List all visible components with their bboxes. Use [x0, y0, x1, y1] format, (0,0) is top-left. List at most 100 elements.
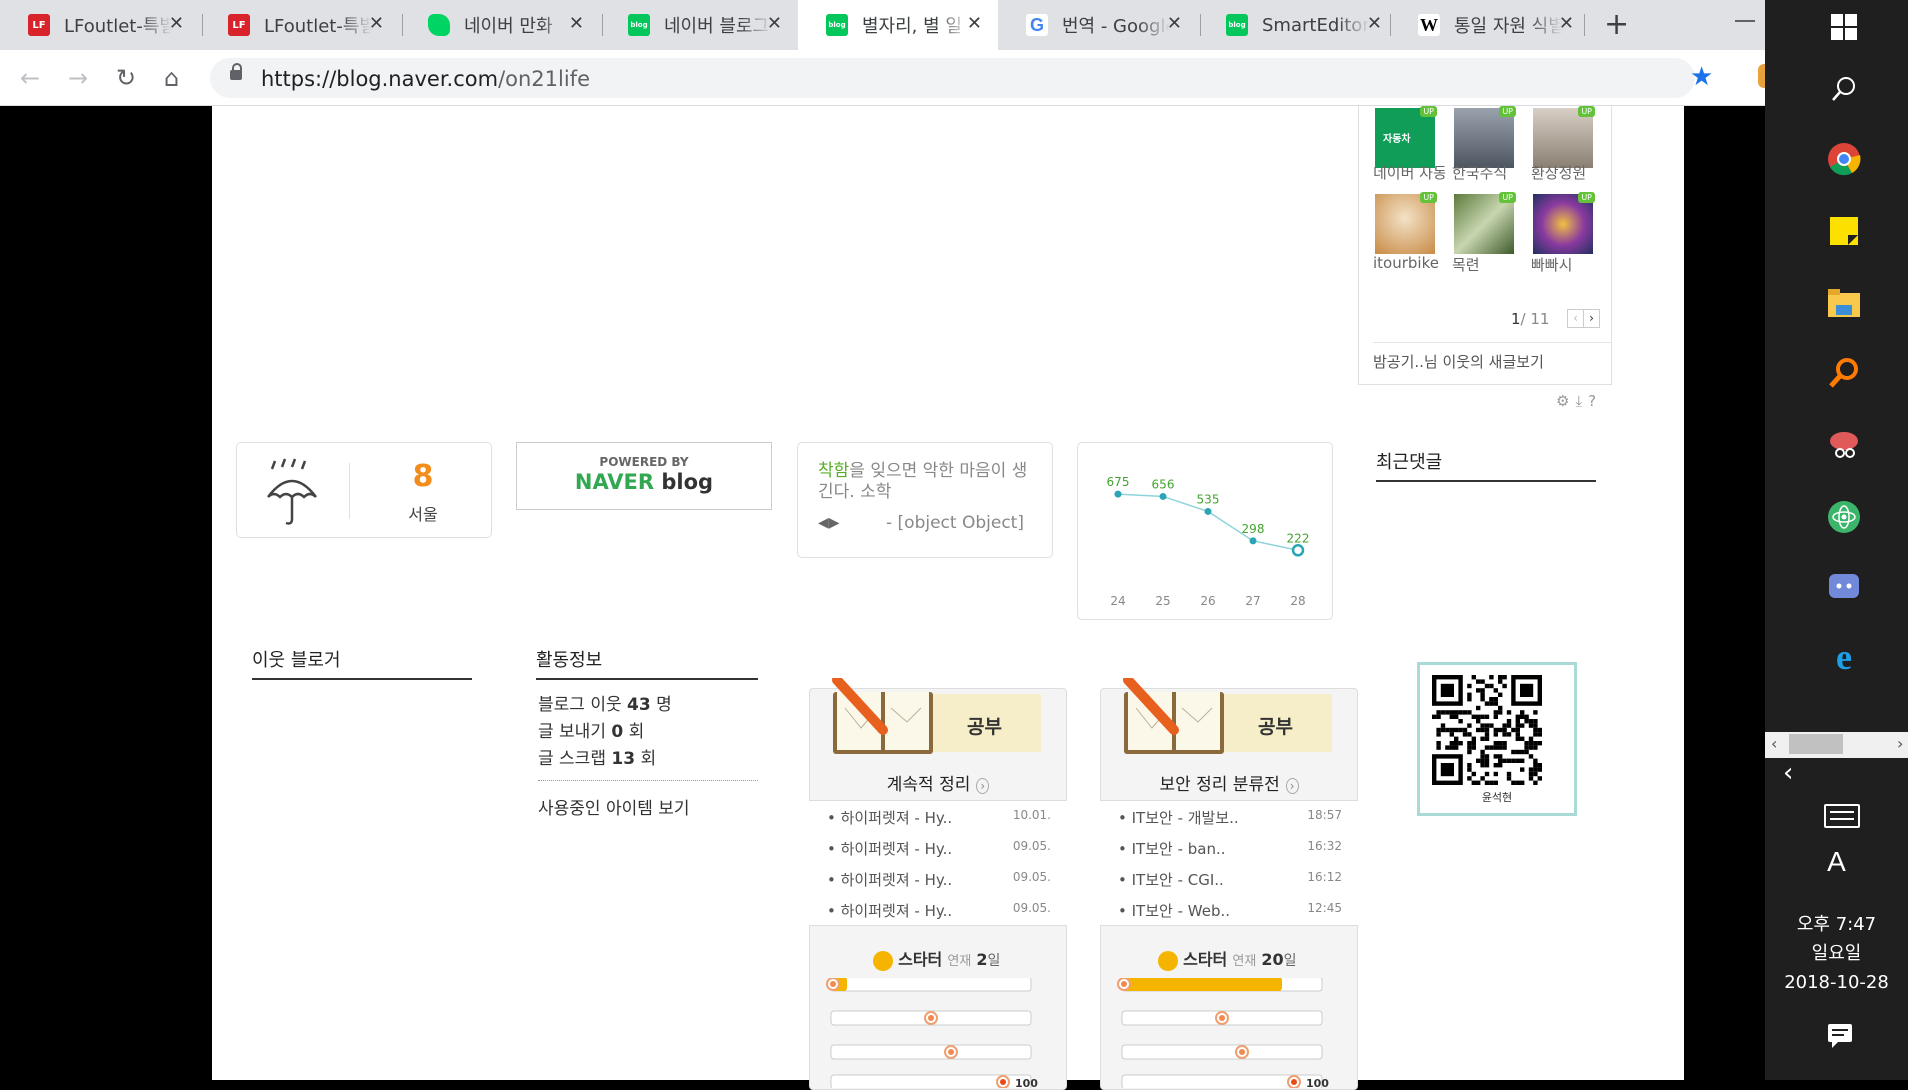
sticky-notes-icon[interactable]: [1827, 214, 1861, 248]
forward-icon[interactable]: →: [68, 64, 88, 92]
blog-wordmark: blog: [654, 470, 714, 494]
horizontal-scrollbar[interactable]: ‹ ›: [1765, 732, 1908, 758]
visitor-point[interactable]: [1204, 507, 1212, 515]
help-icon[interactable]: ?: [1588, 392, 1602, 410]
pager-total: / 11: [1520, 310, 1550, 328]
visitor-point[interactable]: [1291, 544, 1305, 557]
search-icon[interactable]: [1827, 72, 1861, 106]
notification-center-icon[interactable]: [1828, 1024, 1852, 1048]
naver-blog-icon: blog: [628, 14, 650, 36]
neighbor-avatar[interactable]: 자동차 UP: [1375, 106, 1437, 168]
minimize-button[interactable]: [1735, 20, 1755, 22]
visitor-point[interactable]: [1159, 492, 1167, 500]
gear-icon[interactable]: ⚙: [1556, 392, 1575, 410]
milestone-dot: [1219, 1015, 1225, 1021]
qr-code-widget[interactable]: 윤석현: [1417, 662, 1577, 816]
bookmark-star-icon[interactable]: ★: [1690, 62, 1713, 92]
new-posts-link[interactable]: 밤공기..님 이웃의 새글보기: [1373, 351, 1544, 372]
powered-by-naver-blog-badge[interactable]: POWERED BY NAVER blog: [516, 442, 772, 510]
scroll-left-arrow[interactable]: ‹: [1771, 734, 1777, 754]
list-item[interactable]: • IT보안 - 개발보.. 18:57: [1118, 807, 1342, 828]
neighbor-name[interactable]: 목련: [1452, 254, 1524, 275]
neighbor-name[interactable]: itourbike: [1373, 254, 1445, 272]
neighbor-name[interactable]: 환상정원: [1531, 162, 1603, 183]
stat-label: 글 보내기: [538, 722, 612, 742]
neighbor-name[interactable]: 한국주식: [1452, 162, 1524, 183]
neighbor-avatar[interactable]: UP: [1375, 192, 1437, 254]
list-item[interactable]: • IT보안 - ban.. 16:32: [1118, 838, 1342, 859]
tab-8[interactable]: W 통일 자원 식별 ✕: [1390, 0, 1590, 50]
close-icon[interactable]: ✕: [1559, 14, 1574, 34]
series-title-row[interactable]: 계속적 정리 ›: [809, 770, 1067, 795]
close-icon[interactable]: ✕: [767, 14, 782, 34]
visitor-date-label: 26: [1200, 594, 1215, 608]
blog-page: 자동차 UP UP UP 네이버 자동차 한국주식 환상정원 UP UP UP …: [212, 106, 1684, 1090]
items-link[interactable]: 사용중인 아이템 보기: [538, 794, 690, 819]
chevron-left-icon[interactable]: ‹: [1783, 758, 1793, 788]
touch-keyboard-icon[interactable]: [1824, 804, 1860, 828]
neighbor-avatar[interactable]: UP: [1533, 192, 1595, 254]
activity-neighbors: 블로그 이웃 43 명: [538, 692, 672, 719]
tab-5-active[interactable]: blog 별자리, 별 일 ✕: [798, 0, 998, 50]
close-icon[interactable]: ✕: [169, 14, 184, 34]
quote-nav-arrows[interactable]: ◀▶: [818, 515, 840, 531]
qr-caption: 윤석현: [1481, 791, 1513, 804]
list-item[interactable]: • 하이퍼렛져 - Hy.. 10.01.: [827, 807, 1051, 828]
lock-icon[interactable]: [230, 63, 242, 80]
visitor-point[interactable]: [1114, 490, 1122, 498]
post-date: 16:12: [1307, 870, 1342, 884]
google-icon: G: [1026, 14, 1048, 36]
list-item[interactable]: • 하이퍼렛져 - Hy.. 09.05.: [827, 838, 1051, 859]
stat-value: 43: [627, 695, 651, 715]
close-icon[interactable]: ✕: [569, 14, 584, 34]
close-icon[interactable]: ✕: [967, 14, 982, 34]
close-icon[interactable]: ✕: [1167, 14, 1182, 34]
neighbor-name[interactable]: 네이버 자동차: [1373, 162, 1445, 183]
system-clock[interactable]: 오후 7:47 일요일 2018-10-28: [1765, 910, 1908, 997]
list-item[interactable]: • IT보안 - CGI.. 16:12: [1118, 869, 1342, 890]
pager-next-button[interactable]: ›: [1583, 309, 1600, 328]
list-item[interactable]: • 하이퍼렛져 - Hy.. 09.05.: [827, 869, 1051, 890]
notebook-pencil-icon: [832, 678, 933, 754]
neighbor-name[interactable]: 빠빠시: [1531, 254, 1603, 275]
snipping-tool-icon[interactable]: [1827, 428, 1861, 462]
download-icon[interactable]: ⤓: [1575, 392, 1588, 410]
internet-explorer-icon[interactable]: e: [1827, 639, 1861, 675]
stat-value: 0: [611, 722, 624, 742]
neighbor-logo-text: 자동차: [1383, 134, 1411, 145]
tab-6[interactable]: G 번역 - Google ✕: [998, 0, 1198, 50]
tab-3[interactable]: 네이버 만화 ✕: [400, 0, 600, 50]
neighbor-avatar[interactable]: UP: [1454, 106, 1516, 168]
back-icon[interactable]: ←: [20, 64, 40, 92]
home-icon[interactable]: ⌂: [164, 64, 179, 92]
file-explorer-icon[interactable]: [1827, 286, 1861, 320]
medal-icon: [1158, 950, 1178, 971]
post-title: 하이퍼렛져 - Hy..: [840, 809, 953, 827]
pager-prev-button[interactable]: ‹: [1567, 309, 1584, 328]
reload-icon[interactable]: ↻: [116, 64, 136, 92]
neighbor-avatar[interactable]: UP: [1454, 192, 1516, 254]
close-icon[interactable]: ✕: [1367, 14, 1382, 34]
new-tab-button[interactable]: +: [1604, 8, 1629, 42]
ime-indicator[interactable]: A: [1765, 846, 1908, 878]
windows-start-icon[interactable]: [1827, 10, 1861, 44]
url-text[interactable]: https://blog.naver.com/on21life: [261, 66, 590, 92]
tab-2[interactable]: LF LFoutlet-특별 ✕: [200, 0, 400, 50]
discord-icon[interactable]: [1827, 570, 1861, 604]
close-icon[interactable]: ✕: [369, 14, 384, 34]
stat-unit: 명: [650, 695, 672, 715]
magnifier-app-icon[interactable]: [1827, 356, 1861, 390]
tab-4[interactable]: blog 네이버 블로그 ✕: [600, 0, 798, 50]
list-item[interactable]: • IT보안 - Web.. 12:45: [1118, 900, 1342, 921]
neighbor-avatar[interactable]: UP: [1533, 106, 1595, 168]
tab-7[interactable]: blog SmartEditor ✕: [1198, 0, 1398, 50]
atom-app-icon[interactable]: [1827, 500, 1861, 534]
tab-1[interactable]: LF LFoutlet-특별 ✕: [0, 0, 200, 50]
scroll-thumb[interactable]: [1789, 734, 1843, 754]
visitor-point[interactable]: [1249, 537, 1257, 545]
scroll-right-arrow[interactable]: ›: [1897, 734, 1903, 754]
up-badge: UP: [1499, 192, 1516, 203]
chrome-icon[interactable]: [1827, 142, 1861, 176]
list-item[interactable]: • 하이퍼렛져 - Hy.. 09.05.: [827, 900, 1051, 921]
series-title-row[interactable]: 보안 정리 분류전 ›: [1100, 770, 1358, 795]
